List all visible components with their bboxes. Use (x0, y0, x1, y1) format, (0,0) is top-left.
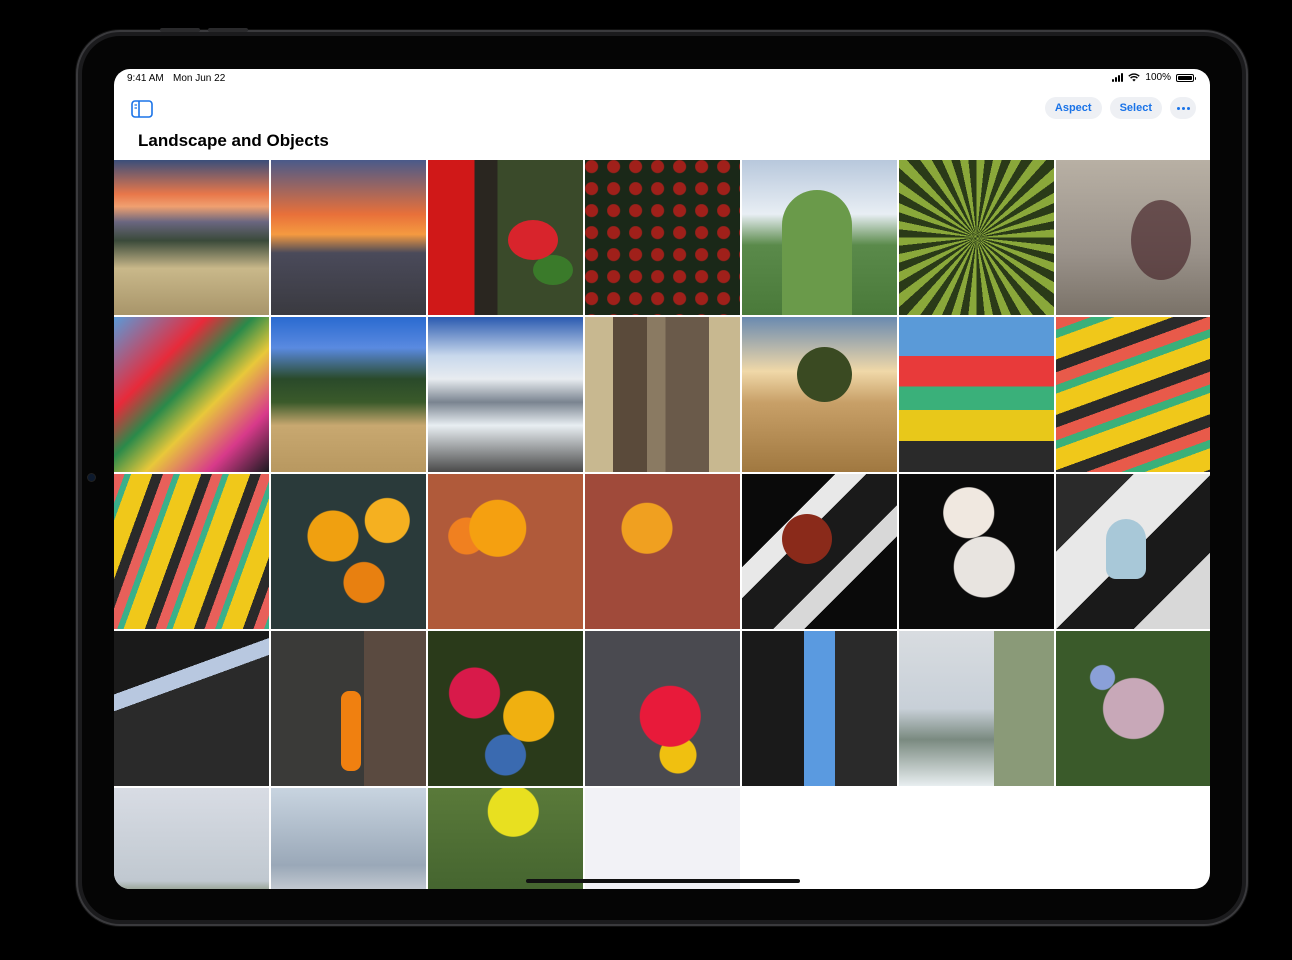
photo-tile[interactable] (271, 788, 426, 889)
sidebar-toggle-button[interactable] (131, 100, 153, 118)
photo-tile[interactable] (428, 631, 583, 786)
photo-tile[interactable] (1056, 317, 1210, 472)
photo-tile[interactable] (114, 474, 269, 629)
photo-tile[interactable] (428, 474, 583, 629)
photo-tile[interactable] (585, 474, 740, 629)
photo-tile[interactable] (271, 317, 426, 472)
photo-tile[interactable] (428, 317, 583, 472)
status-bar: 9:41 AM Mon Jun 22 100% (114, 69, 1210, 89)
sidebar-icon (131, 100, 153, 118)
photo-tile[interactable] (271, 160, 426, 315)
photo-tile[interactable] (899, 631, 1054, 786)
aspect-button[interactable]: Aspect (1044, 97, 1102, 119)
photo-tile[interactable] (114, 788, 269, 889)
ellipsis-icon (1176, 106, 1180, 110)
screen: 9:41 AM Mon Jun 22 100% Aspect Select La… (114, 69, 1210, 889)
more-options-button[interactable] (1170, 97, 1196, 119)
photo-tile[interactable] (114, 631, 269, 786)
battery-icon (1176, 73, 1196, 82)
page-title: Landscape and Objects (138, 131, 329, 150)
add-photo-button[interactable]: + (585, 788, 740, 889)
cellular-signal-icon (1112, 73, 1124, 82)
photo-tile[interactable] (1056, 631, 1210, 786)
photo-tile[interactable] (585, 317, 740, 472)
photo-tile[interactable] (114, 160, 269, 315)
photo-tile[interactable] (271, 631, 426, 786)
photo-tile[interactable] (585, 631, 740, 786)
photo-tile[interactable] (428, 788, 583, 889)
photo-tile[interactable] (742, 317, 897, 472)
photo-tile[interactable] (742, 474, 897, 629)
photo-tile[interactable] (428, 160, 583, 315)
volume-button (208, 28, 248, 32)
photo-tile[interactable] (899, 317, 1054, 472)
photo-tile[interactable] (742, 631, 897, 786)
volume-button (160, 28, 200, 32)
wifi-icon (1128, 73, 1141, 82)
photo-tile[interactable] (271, 474, 426, 629)
photo-tile[interactable] (899, 160, 1054, 315)
photo-tile[interactable] (742, 160, 897, 315)
photo-tile[interactable] (1056, 474, 1210, 629)
battery-percentage: 100% (1145, 72, 1171, 83)
home-indicator[interactable] (526, 879, 800, 883)
photo-grid: + (114, 160, 1210, 889)
status-time: 9:41 AM (127, 73, 164, 84)
photo-tile[interactable] (585, 160, 740, 315)
front-camera (88, 474, 95, 481)
status-indicators: 100% (1112, 72, 1196, 83)
photo-tile[interactable] (114, 317, 269, 472)
photo-tile[interactable] (1056, 160, 1210, 315)
toolbar-actions: Aspect Select (1044, 97, 1196, 119)
select-button[interactable]: Select (1109, 97, 1162, 119)
photo-tile[interactable] (899, 474, 1054, 629)
status-date: Mon Jun 22 (173, 73, 226, 84)
